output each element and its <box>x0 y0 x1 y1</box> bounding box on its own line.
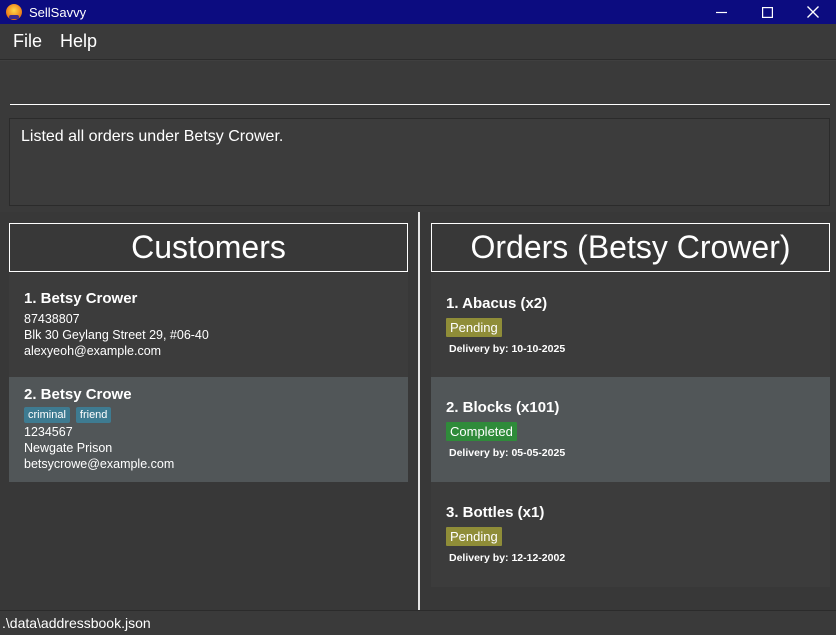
pane-divider[interactable] <box>418 212 420 610</box>
delivery-date: Delivery by: 05-05-2025 <box>449 447 566 459</box>
close-button[interactable] <box>790 0 836 24</box>
delivery-date: Delivery by: 12-12-2002 <box>449 552 566 564</box>
customer-card[interactable]: 2. Betsy Crowe criminal friend 1234567 N… <box>9 377 408 482</box>
result-display[interactable]: Listed all orders under Betsy Crower. <box>9 118 830 206</box>
customer-name: 1. Betsy Crower <box>24 290 138 307</box>
tag-badge: criminal <box>24 407 70 423</box>
customer-email: betsycrowe@example.com <box>24 457 175 471</box>
menu-file[interactable]: File <box>4 31 51 52</box>
orders-title: Orders (Betsy Crower) <box>431 223 830 272</box>
customers-title: Customers <box>9 223 408 272</box>
close-icon <box>807 6 819 18</box>
window-controls <box>698 0 836 24</box>
customer-phone: 1234567 <box>24 425 73 439</box>
order-card[interactable]: 2. Blocks (x101) Completed Delivery by: … <box>431 377 830 482</box>
tag-badge: friend <box>75 407 112 423</box>
status-bar: .\data\addressbook.json <box>0 610 836 635</box>
customer-card[interactable]: 1. Betsy Crower 87438807 Blk 30 Geylang … <box>9 273 408 377</box>
result-message: Listed all orders under Betsy Crower. <box>21 128 284 145</box>
main-panes: Customers 1. Betsy Crower 87438807 Blk 3… <box>0 212 836 610</box>
menu-help[interactable]: Help <box>51 31 106 52</box>
maximize-button[interactable] <box>744 0 790 24</box>
customer-tags: criminal friend <box>24 407 393 423</box>
customer-phone: 87438807 <box>24 312 80 326</box>
status-badge: Completed <box>446 422 517 441</box>
order-card[interactable]: 1. Abacus (x2) Pending Delivery by: 10-1… <box>431 273 830 377</box>
order-name: 1. Abacus (x2) <box>446 295 548 312</box>
result-display-area: Listed all orders under Betsy Crower. <box>0 112 836 212</box>
customer-address: Newgate Prison <box>24 441 113 455</box>
order-name: 2. Blocks (x101) <box>446 399 560 416</box>
order-name: 3. Bottles (x1) <box>446 504 545 521</box>
status-badge: Pending <box>446 527 502 546</box>
minimize-icon <box>715 11 727 13</box>
minimize-button[interactable] <box>698 0 744 24</box>
delivery-date: Delivery by: 10-10-2025 <box>449 343 566 355</box>
maximize-icon <box>761 6 773 18</box>
app-logo-icon <box>6 4 22 20</box>
customer-address: Blk 30 Geylang Street 29, #06-40 <box>24 328 209 342</box>
command-box <box>0 61 836 112</box>
order-card[interactable]: 3. Bottles (x1) Pending Delivery by: 12-… <box>431 482 830 587</box>
command-input[interactable] <box>10 79 830 105</box>
menu-bar: File Help <box>0 24 836 60</box>
window-title: SellSavvy <box>29 4 87 20</box>
customer-email: alexyeoh@example.com <box>24 344 162 358</box>
save-location-path: .\data\addressbook.json <box>2 615 151 631</box>
title-bar: SellSavvy <box>0 0 836 24</box>
customer-name: 2. Betsy Crowe <box>24 386 132 403</box>
status-badge: Pending <box>446 318 502 337</box>
